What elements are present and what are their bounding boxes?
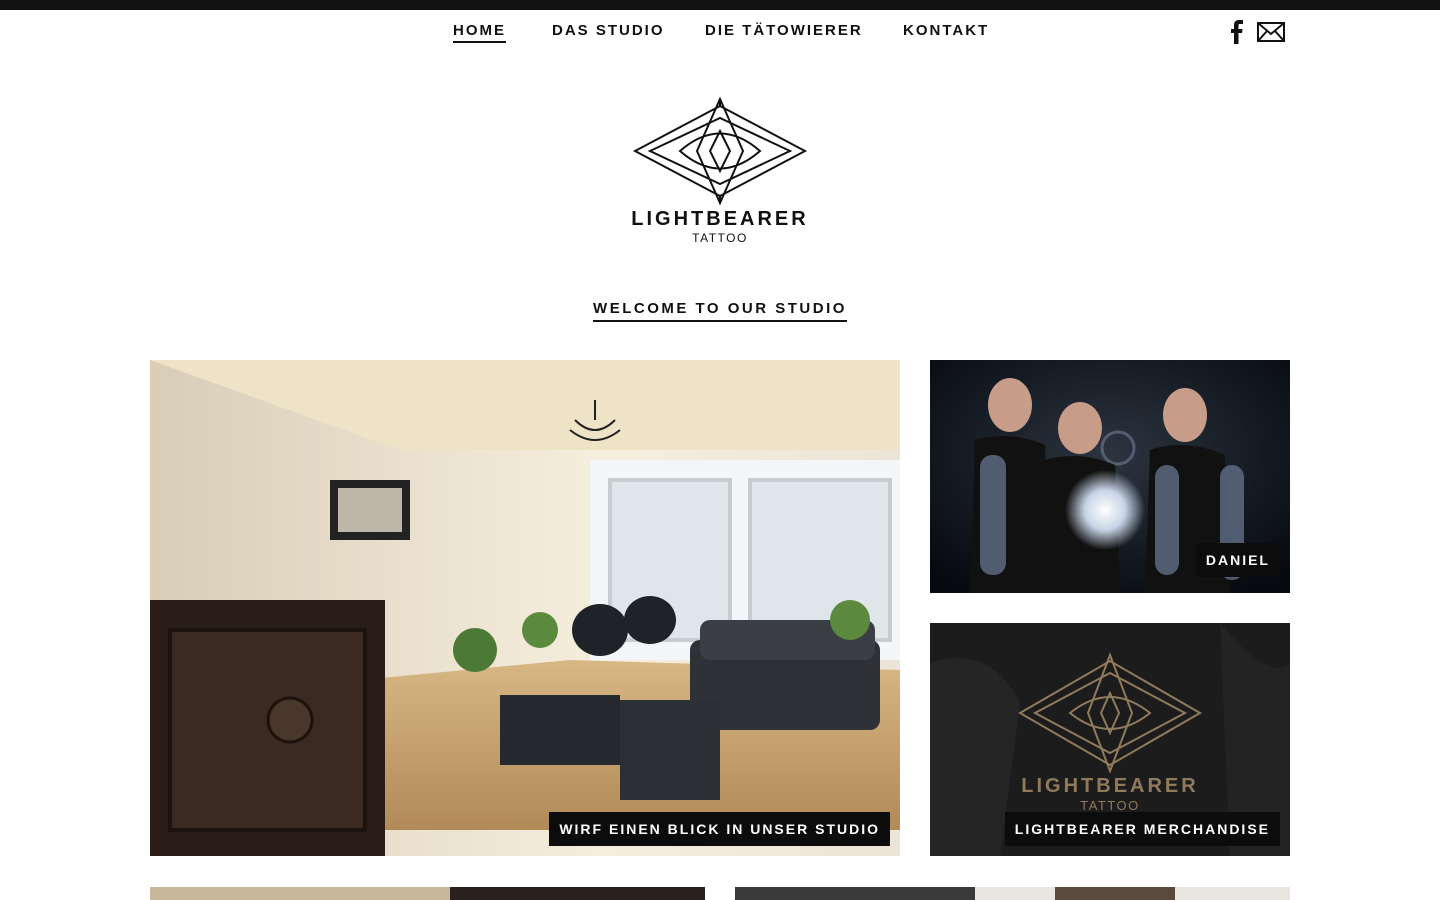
facebook-icon[interactable]	[1228, 20, 1246, 44]
daniel-tile[interactable]: DANIEL	[930, 360, 1290, 593]
daniel-tile-label[interactable]: DANIEL	[1195, 543, 1280, 577]
mail-icon[interactable]	[1256, 20, 1286, 44]
nav-item-das-studio[interactable]: DAS STUDIO	[552, 22, 665, 39]
merch-logo-title: LIGHTBEARER	[1021, 775, 1199, 797]
main-nav: HOME DAS STUDIO DIE TÄTOWIERER KONTAKT	[0, 22, 1440, 46]
logo-title: LIGHTBEARER	[631, 208, 809, 230]
nav-item-kontakt[interactable]: KONTAKT	[903, 22, 989, 39]
bottom-left-photo	[150, 887, 705, 900]
logo-subtitle: TATTOO	[692, 231, 748, 245]
merch-logo-subtitle: TATTOO	[1080, 798, 1140, 813]
studio-tile-label[interactable]: WIRF EINEN BLICK IN UNSER STUDIO	[549, 812, 890, 846]
nav-item-home[interactable]: HOME	[453, 22, 506, 43]
bottom-right-photo	[735, 887, 1290, 900]
bottom-right-tile[interactable]	[735, 887, 1290, 900]
nav-item-die-taetowierer[interactable]: DIE TÄTOWIERER	[705, 22, 863, 39]
welcome-heading-wrap: WELCOME TO OUR STUDIO	[0, 300, 1440, 322]
top-bar	[0, 0, 1440, 10]
merch-tile-label[interactable]: LIGHTBEARER MERCHANDISE	[1004, 812, 1280, 846]
studio-tile[interactable]: WIRF EINEN BLICK IN UNSER STUDIO	[150, 360, 900, 856]
merch-tile[interactable]: LIGHTBEARER TATTOO LIGHTBEARER MERCHANDI…	[930, 623, 1290, 856]
welcome-heading[interactable]: WELCOME TO OUR STUDIO	[593, 300, 847, 322]
bottom-left-tile[interactable]	[150, 887, 705, 900]
studio-photo	[150, 360, 900, 856]
